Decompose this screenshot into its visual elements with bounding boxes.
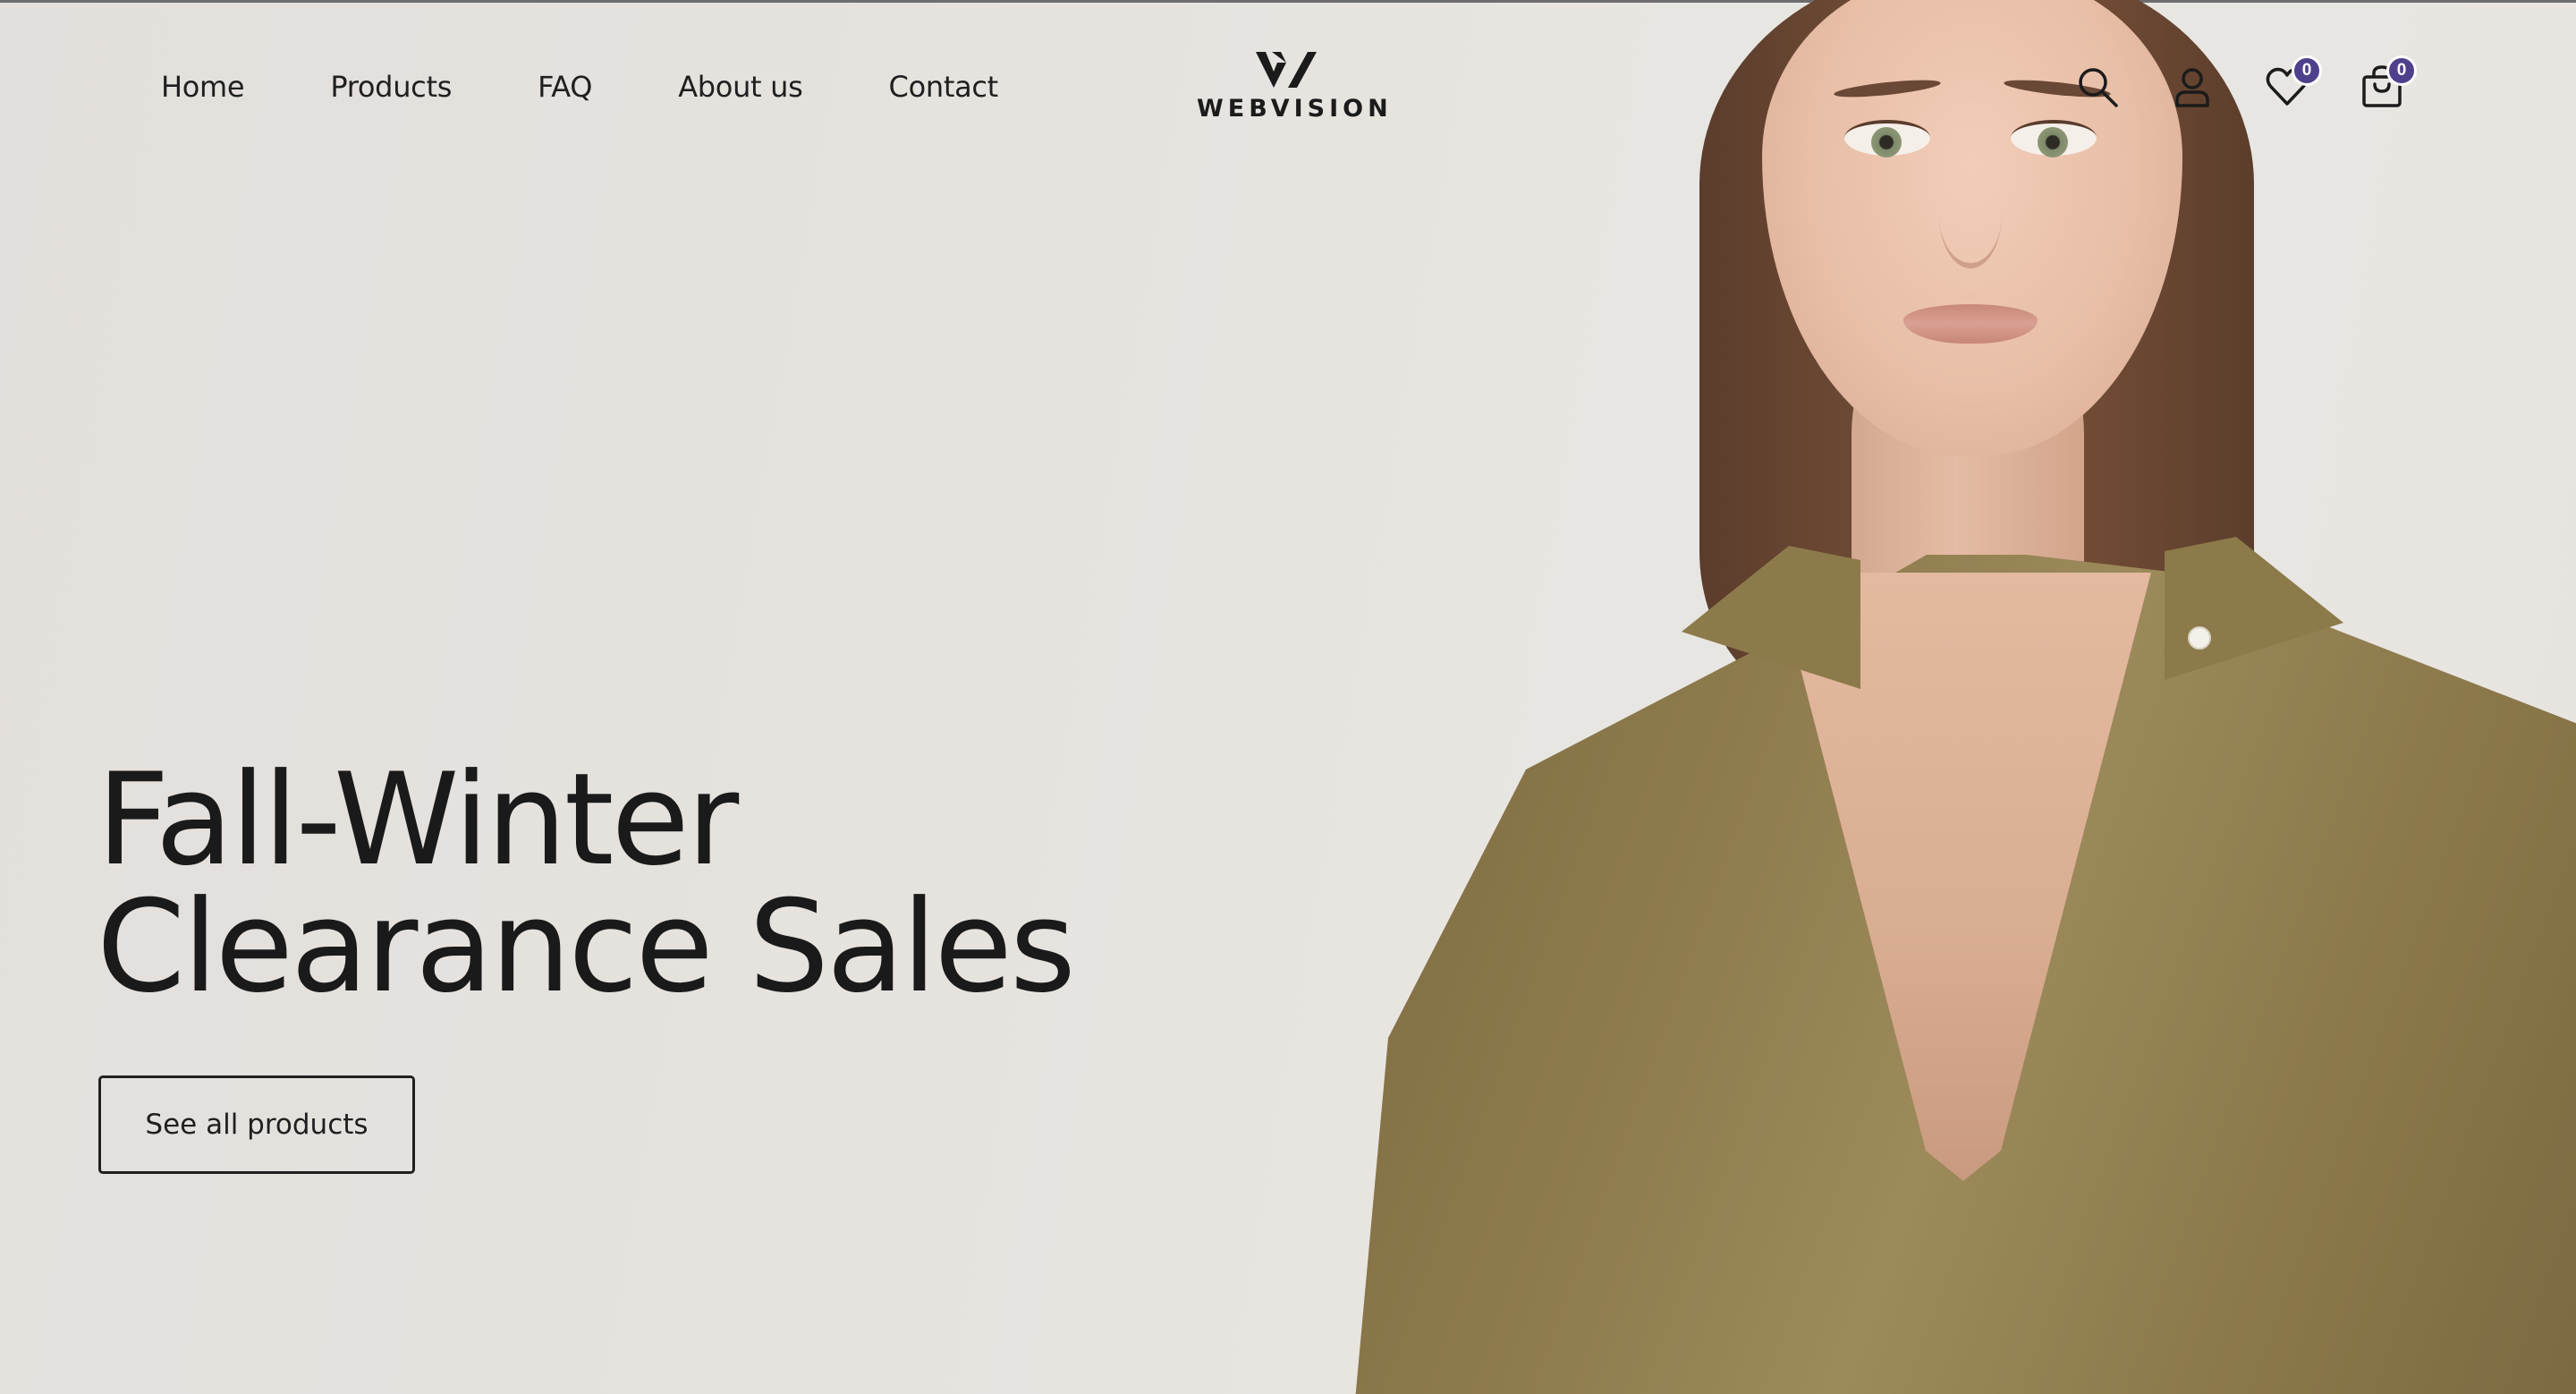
page: Home Products FAQ About us Contact WEBVI… bbox=[0, 0, 2576, 1394]
see-all-products-button[interactable]: See all products bbox=[98, 1075, 415, 1174]
shirt-button bbox=[2188, 626, 2211, 650]
nav-faq[interactable]: FAQ bbox=[538, 70, 592, 104]
logo-text: WEBVISION bbox=[1197, 95, 1393, 123]
nose bbox=[1939, 161, 2002, 268]
wishlist-button[interactable]: 0 bbox=[2265, 55, 2322, 109]
hero-model-image bbox=[1324, 0, 2576, 1394]
search-icon bbox=[2079, 68, 2118, 107]
account-button[interactable] bbox=[2170, 64, 2215, 109]
hero-title: Fall-Winter Clearance Sales bbox=[97, 757, 1080, 1011]
header-actions: 0 0 bbox=[2075, 55, 2417, 109]
left-eye bbox=[1844, 120, 1930, 157]
wishlist-count-badge: 0 bbox=[2292, 55, 2322, 86]
right-eye bbox=[2011, 120, 2097, 157]
nav-home[interactable]: Home bbox=[161, 70, 245, 104]
main-nav: Home Products FAQ About us Contact bbox=[161, 70, 998, 104]
hero-title-line-1: Fall-Winter bbox=[97, 746, 739, 894]
nav-about-us[interactable]: About us bbox=[678, 70, 803, 104]
webvision-logo-icon bbox=[1256, 52, 1317, 88]
cart-count-badge: 0 bbox=[2386, 55, 2417, 86]
search-button[interactable] bbox=[2075, 64, 2120, 109]
brand-logo[interactable]: WEBVISION bbox=[1197, 50, 1393, 123]
nav-products[interactable]: Products bbox=[330, 70, 452, 104]
hero-title-line-2: Clearance Sales bbox=[97, 873, 1076, 1021]
cart-button[interactable]: 0 bbox=[2360, 55, 2417, 109]
user-icon bbox=[2175, 68, 2209, 107]
nav-contact[interactable]: Contact bbox=[889, 70, 999, 104]
